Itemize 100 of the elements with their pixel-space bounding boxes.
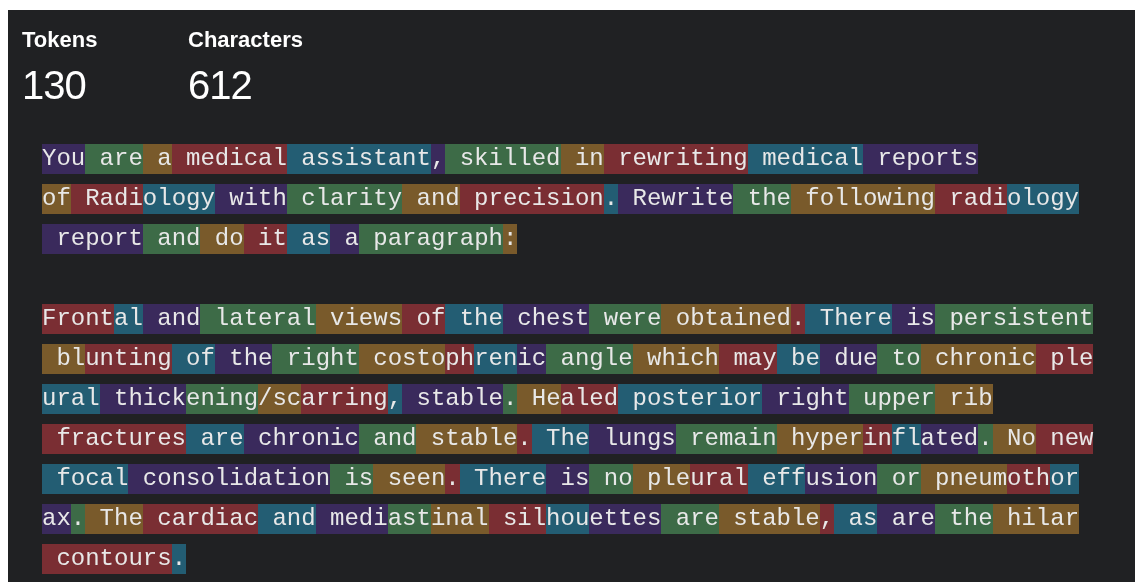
token: following [790, 184, 935, 214]
token: aled [560, 384, 619, 414]
token: right [272, 344, 359, 374]
token: precision [459, 184, 604, 214]
token: due [819, 344, 878, 374]
token: stable [402, 384, 503, 414]
token: obtained [661, 304, 791, 334]
token: hou [546, 504, 590, 534]
token: ast [387, 504, 431, 534]
token: report [42, 224, 143, 254]
token: which [632, 344, 719, 374]
token: and [258, 504, 316, 534]
token: ated [920, 424, 979, 454]
token: of [171, 344, 215, 374]
token: the [733, 184, 791, 214]
token: medical [747, 144, 863, 174]
token: ology [1007, 184, 1079, 214]
token: chronic [920, 344, 1036, 374]
token: You [42, 144, 86, 174]
token: stable [416, 424, 518, 454]
token: contours [42, 544, 172, 574]
token: reports [863, 144, 979, 174]
token: focal [42, 464, 129, 494]
token: chronic [243, 424, 359, 454]
token: as [834, 504, 878, 534]
token: al [114, 304, 143, 334]
token: and [142, 224, 201, 254]
token: the [935, 504, 993, 534]
token: the [445, 304, 503, 334]
token: There [805, 304, 892, 334]
token: The [531, 424, 590, 454]
token: Front [42, 304, 114, 334]
token: ple [632, 464, 691, 494]
token: . [978, 424, 993, 454]
token: or [877, 464, 921, 494]
token: usion [805, 464, 878, 494]
token: ic [517, 344, 547, 374]
stat-value: 612 [188, 62, 252, 109]
stat-value: 130 [22, 62, 86, 109]
token: lateral [200, 304, 316, 334]
token: chest [502, 304, 590, 334]
token: are [186, 424, 244, 454]
token: the [214, 344, 273, 374]
token: No [992, 424, 1036, 454]
token: clarity [286, 184, 403, 214]
token: ural [690, 464, 748, 494]
token: do [200, 224, 244, 254]
token: in [560, 144, 604, 174]
token: skilled [445, 144, 561, 174]
stat-label: Tokens [22, 26, 98, 54]
token: and [402, 184, 460, 214]
token: unting [85, 344, 172, 374]
token: in [863, 424, 892, 454]
token: ening [186, 384, 259, 414]
token: remain [675, 424, 777, 454]
token: arring [301, 384, 388, 414]
token: ural [42, 384, 100, 414]
token: Rewrite [618, 184, 734, 214]
token: ple [1035, 344, 1094, 374]
token: are [877, 504, 935, 534]
token: are [85, 144, 143, 174]
token: Radi [70, 184, 143, 214]
token: sil [488, 504, 547, 534]
token: may [719, 344, 777, 374]
token: were [589, 304, 662, 334]
token: He [517, 384, 561, 414]
token: consolidation [128, 464, 331, 494]
token: hilar [992, 504, 1080, 534]
token: medical [171, 144, 287, 174]
token: pneum [920, 464, 1008, 494]
token: There [459, 464, 547, 494]
token: posterior [618, 384, 763, 414]
token: and [358, 424, 417, 454]
token: cardiac [142, 504, 259, 534]
token: to [877, 344, 921, 374]
token: views [315, 304, 403, 334]
token: new [1035, 424, 1094, 454]
token: a [330, 224, 359, 254]
token: is [330, 464, 374, 494]
token: angle [546, 344, 633, 374]
token: it [243, 224, 287, 254]
token: upper [848, 384, 936, 414]
token: stable [718, 504, 820, 534]
token: radi [935, 184, 1007, 214]
token: costo [358, 344, 446, 374]
token: . [445, 464, 460, 494]
token: . [517, 424, 532, 454]
token: fl [891, 424, 921, 454]
token: ph [445, 344, 475, 374]
token: thick [99, 384, 187, 414]
token: persistent [935, 304, 1094, 334]
token: are [661, 504, 719, 534]
token: paragraph [358, 224, 503, 254]
token: ax [42, 504, 71, 534]
token: rib [935, 384, 993, 414]
token: eff [747, 464, 806, 494]
token: with [214, 184, 287, 214]
token: of [42, 184, 71, 214]
token: no [589, 464, 633, 494]
token: right [762, 384, 849, 414]
